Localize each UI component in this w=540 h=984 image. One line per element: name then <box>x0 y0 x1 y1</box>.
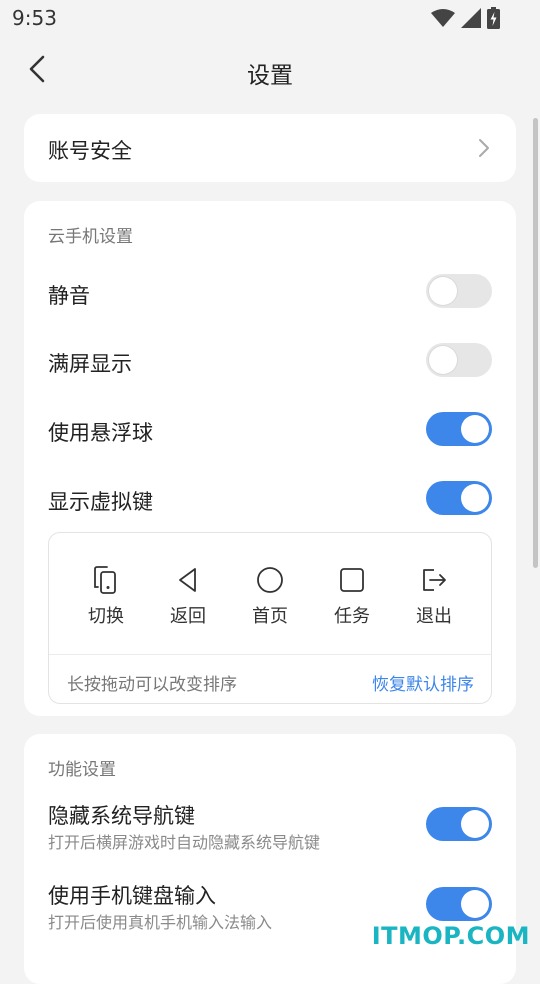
vkey-label: 首页 <box>252 606 288 627</box>
fullscreen-toggle[interactable] <box>426 343 492 377</box>
divider <box>49 654 491 655</box>
section-title-cloud: 云手机设置 <box>48 227 133 247</box>
hide-nav-label: 隐藏系统导航键 <box>48 804 195 828</box>
app-bar: 设置 <box>0 36 540 102</box>
floatball-label: 使用悬浮球 <box>48 421 153 445</box>
home-circle-icon <box>235 565 305 595</box>
vkey-label: 任务 <box>334 606 370 627</box>
toggle-knob <box>461 810 489 838</box>
vkey-task[interactable]: 任务 <box>317 565 387 628</box>
scrollbar[interactable] <box>533 118 538 568</box>
toggle-knob <box>429 277 457 305</box>
section-title-function: 功能设置 <box>48 760 116 780</box>
page-title: 设置 <box>247 63 293 89</box>
virtual-keys-panel: 切换 返回 首页 任务 退出 长按拖动可以改变排序 恢复默认排序 <box>48 532 492 704</box>
vkey-switch[interactable]: 切换 <box>71 565 141 628</box>
vkey-exit[interactable]: 退出 <box>399 565 469 628</box>
reorder-hint: 长按拖动可以改变排序 <box>67 675 237 695</box>
signal-icon <box>461 8 481 28</box>
wifi-icon <box>431 8 455 28</box>
fullscreen-label: 满屏显示 <box>48 352 132 376</box>
toggle-knob <box>429 346 457 374</box>
keyboard-input-description: 打开后使用真机手机输入法输入 <box>48 913 273 932</box>
keyboard-input-label: 使用手机键盘输入 <box>48 884 216 908</box>
virtual-keys-toggle[interactable] <box>426 481 492 515</box>
switch-phone-icon <box>71 565 141 595</box>
back-triangle-icon <box>153 565 223 595</box>
restore-default-order-link[interactable]: 恢复默认排序 <box>372 670 474 695</box>
status-bar: 9:53 <box>0 0 540 36</box>
virtual-keys-label: 显示虚拟键 <box>48 490 153 514</box>
mute-label: 静音 <box>48 284 90 308</box>
hide-nav-toggle[interactable] <box>426 807 492 841</box>
cloud-phone-settings-card: 云手机设置 静音 满屏显示 使用悬浮球 显示虚拟键 切换 返回 首页 任务 退出… <box>24 201 516 716</box>
vkey-back[interactable]: 返回 <box>153 565 223 628</box>
keyboard-input-toggle[interactable] <box>426 887 492 921</box>
watermark: ITMOP.COM <box>371 922 530 950</box>
mute-toggle[interactable] <box>426 274 492 308</box>
battery-icon <box>487 7 500 29</box>
account-security-item[interactable]: 账号安全 <box>24 114 516 182</box>
exit-icon <box>399 565 469 595</box>
floatball-toggle[interactable] <box>426 412 492 446</box>
account-security-label: 账号安全 <box>48 139 132 163</box>
hide-nav-description: 打开后横屏游戏时自动隐藏系统导航键 <box>48 833 321 852</box>
toggle-knob <box>461 415 489 443</box>
status-time: 9:53 <box>12 6 57 30</box>
chevron-right-icon <box>478 138 490 162</box>
vkey-label: 退出 <box>416 606 452 627</box>
toggle-knob <box>461 484 489 512</box>
toggle-knob <box>461 890 489 918</box>
vkey-label: 返回 <box>170 606 206 627</box>
vkey-home[interactable]: 首页 <box>235 565 305 628</box>
vkey-label: 切换 <box>88 606 124 627</box>
task-square-icon <box>317 565 387 595</box>
status-icons <box>431 7 500 29</box>
